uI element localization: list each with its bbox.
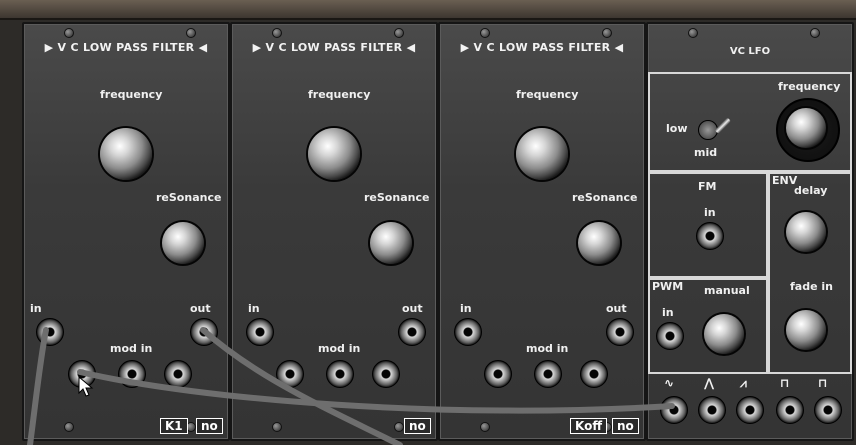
screw bbox=[480, 28, 490, 38]
key-toggle[interactable]: no bbox=[404, 418, 431, 434]
resonance-knob[interactable] bbox=[370, 222, 412, 264]
key-toggle[interactable]: no bbox=[196, 418, 223, 434]
vcf-module-1: ▶ V C LOW PASS FILTER ◀ frequency reSona… bbox=[22, 22, 230, 441]
pwm-in-jack[interactable] bbox=[656, 322, 684, 350]
mod-in-jack-1[interactable] bbox=[276, 360, 304, 388]
pwm-in-label: in bbox=[662, 306, 674, 319]
mod-in-label: mod in bbox=[526, 342, 569, 355]
screw bbox=[272, 28, 282, 38]
range-mid-label: mid bbox=[694, 146, 718, 159]
out-jack[interactable] bbox=[190, 318, 218, 346]
key-toggle[interactable]: no bbox=[612, 418, 639, 434]
rack-frame bbox=[0, 0, 856, 20]
in-jack[interactable] bbox=[454, 318, 482, 346]
in-jack[interactable] bbox=[36, 318, 64, 346]
lfo-frequency-label: frequency bbox=[778, 80, 841, 93]
in-label: in bbox=[30, 302, 42, 315]
frequency-knob[interactable] bbox=[100, 128, 152, 180]
screw bbox=[394, 422, 404, 432]
vc-lfo-module: VC LFO frequency low mid FM in ENV delay… bbox=[646, 22, 854, 441]
in-label: in bbox=[248, 302, 260, 315]
pwm-label: PWM bbox=[652, 280, 684, 293]
manual-label: manual bbox=[704, 284, 750, 297]
mod-in-jack-2[interactable] bbox=[118, 360, 146, 388]
vcf-module-2: ▶ V C LOW PASS FILTER ◀ frequency reSona… bbox=[230, 22, 438, 441]
mod-in-jack-3[interactable] bbox=[372, 360, 400, 388]
delay-knob[interactable] bbox=[786, 212, 826, 252]
out-label: out bbox=[606, 302, 627, 315]
lfo-title: VC LFO bbox=[729, 46, 771, 57]
fade-in-knob[interactable] bbox=[786, 310, 826, 350]
lfo-frequency-knob[interactable] bbox=[786, 108, 826, 148]
mod-in-jack-2[interactable] bbox=[326, 360, 354, 388]
out-label: out bbox=[190, 302, 211, 315]
frequency-label: frequency bbox=[308, 88, 371, 101]
screw bbox=[186, 28, 196, 38]
sine-out-jack[interactable] bbox=[660, 396, 688, 424]
mod-in-jack-1[interactable] bbox=[484, 360, 512, 388]
screw bbox=[394, 28, 404, 38]
screw bbox=[480, 422, 490, 432]
fade-in-label: fade in bbox=[790, 280, 833, 293]
mod-in-jack-3[interactable] bbox=[580, 360, 608, 388]
screw bbox=[688, 28, 698, 38]
resonance-label: reSonance bbox=[156, 191, 222, 204]
resonance-label: reSonance bbox=[364, 191, 430, 204]
in-jack[interactable] bbox=[246, 318, 274, 346]
frequency-label: frequency bbox=[100, 88, 163, 101]
key-label: Koff bbox=[570, 418, 608, 434]
fm-in-jack[interactable] bbox=[696, 222, 724, 250]
mouse-pointer-icon bbox=[78, 376, 94, 397]
frequency-knob[interactable] bbox=[516, 128, 568, 180]
square-out-jack[interactable] bbox=[776, 396, 804, 424]
sine-wave-icon: ∿ bbox=[664, 376, 675, 390]
triangle-out-jack[interactable] bbox=[698, 396, 726, 424]
screw bbox=[272, 422, 282, 432]
module-title: ▶ V C LOW PASS FILTER ◀ bbox=[460, 41, 624, 54]
pulse-wave-icon: ⊓ bbox=[818, 376, 828, 390]
resonance-label: reSonance bbox=[572, 191, 638, 204]
synth-rack: ▶ V C LOW PASS FILTER ◀ frequency reSona… bbox=[0, 0, 856, 445]
sawtooth-wave-icon: ⩘ bbox=[740, 376, 747, 390]
out-label: out bbox=[402, 302, 423, 315]
pulse-out-jack[interactable] bbox=[814, 396, 842, 424]
square-wave-icon: ⊓ bbox=[780, 376, 790, 390]
out-jack[interactable] bbox=[606, 318, 634, 346]
out-jack[interactable] bbox=[398, 318, 426, 346]
manual-knob[interactable] bbox=[704, 314, 744, 354]
screw bbox=[602, 28, 612, 38]
mod-in-jack-3[interactable] bbox=[164, 360, 192, 388]
fm-in-label: in bbox=[704, 206, 716, 219]
fm-label: FM bbox=[698, 180, 717, 193]
triangle-wave-icon: ⋀ bbox=[704, 376, 715, 390]
resonance-knob[interactable] bbox=[162, 222, 204, 264]
delay-label: delay bbox=[794, 184, 828, 197]
screw bbox=[64, 28, 74, 38]
frequency-label: frequency bbox=[516, 88, 579, 101]
module-title: ▶ V C LOW PASS FILTER ◀ bbox=[44, 41, 208, 54]
mod-in-jack-2[interactable] bbox=[534, 360, 562, 388]
key-label: K1 bbox=[160, 418, 188, 434]
in-label: in bbox=[460, 302, 472, 315]
vcf-module-3: ▶ V C LOW PASS FILTER ◀ frequency reSona… bbox=[438, 22, 646, 441]
range-low-label: low bbox=[666, 122, 688, 135]
screw bbox=[64, 422, 74, 432]
resonance-knob[interactable] bbox=[578, 222, 620, 264]
frequency-knob[interactable] bbox=[308, 128, 360, 180]
module-title: ▶ V C LOW PASS FILTER ◀ bbox=[252, 41, 416, 54]
mod-in-label: mod in bbox=[110, 342, 153, 355]
screw bbox=[810, 28, 820, 38]
mod-in-label: mod in bbox=[318, 342, 361, 355]
sawtooth-out-jack[interactable] bbox=[736, 396, 764, 424]
